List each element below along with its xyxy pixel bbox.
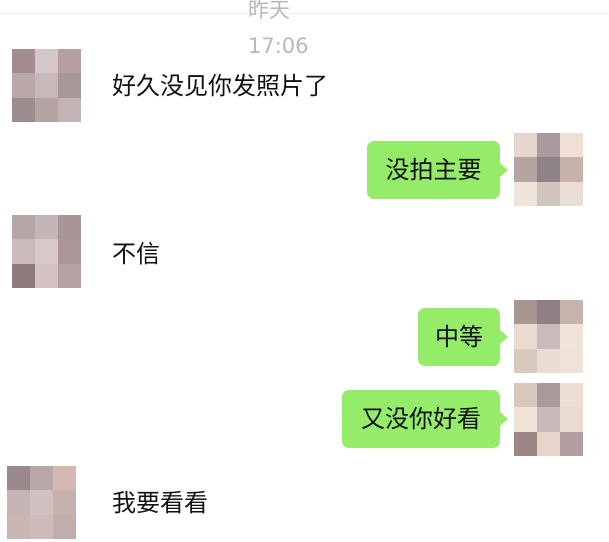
sent-message-bubble[interactable]: 没拍主要	[367, 141, 508, 199]
received-message[interactable]: 我要看看	[112, 485, 208, 521]
received-message[interactable]: 好久没见你发照片了	[112, 68, 328, 104]
contact-avatar[interactable]	[12, 49, 81, 122]
sent-message-bubble[interactable]: 中等	[418, 308, 508, 366]
user-avatar[interactable]	[514, 383, 583, 456]
user-avatar[interactable]	[514, 300, 583, 373]
sent-message-bubble[interactable]: 又没你好看	[342, 390, 508, 448]
contact-avatar[interactable]	[12, 215, 81, 288]
message-timestamp: 昨天 17:06	[248, 0, 309, 58]
received-message[interactable]: 不信	[112, 236, 160, 272]
user-avatar[interactable]	[514, 133, 583, 206]
contact-avatar[interactable]	[7, 466, 76, 539]
